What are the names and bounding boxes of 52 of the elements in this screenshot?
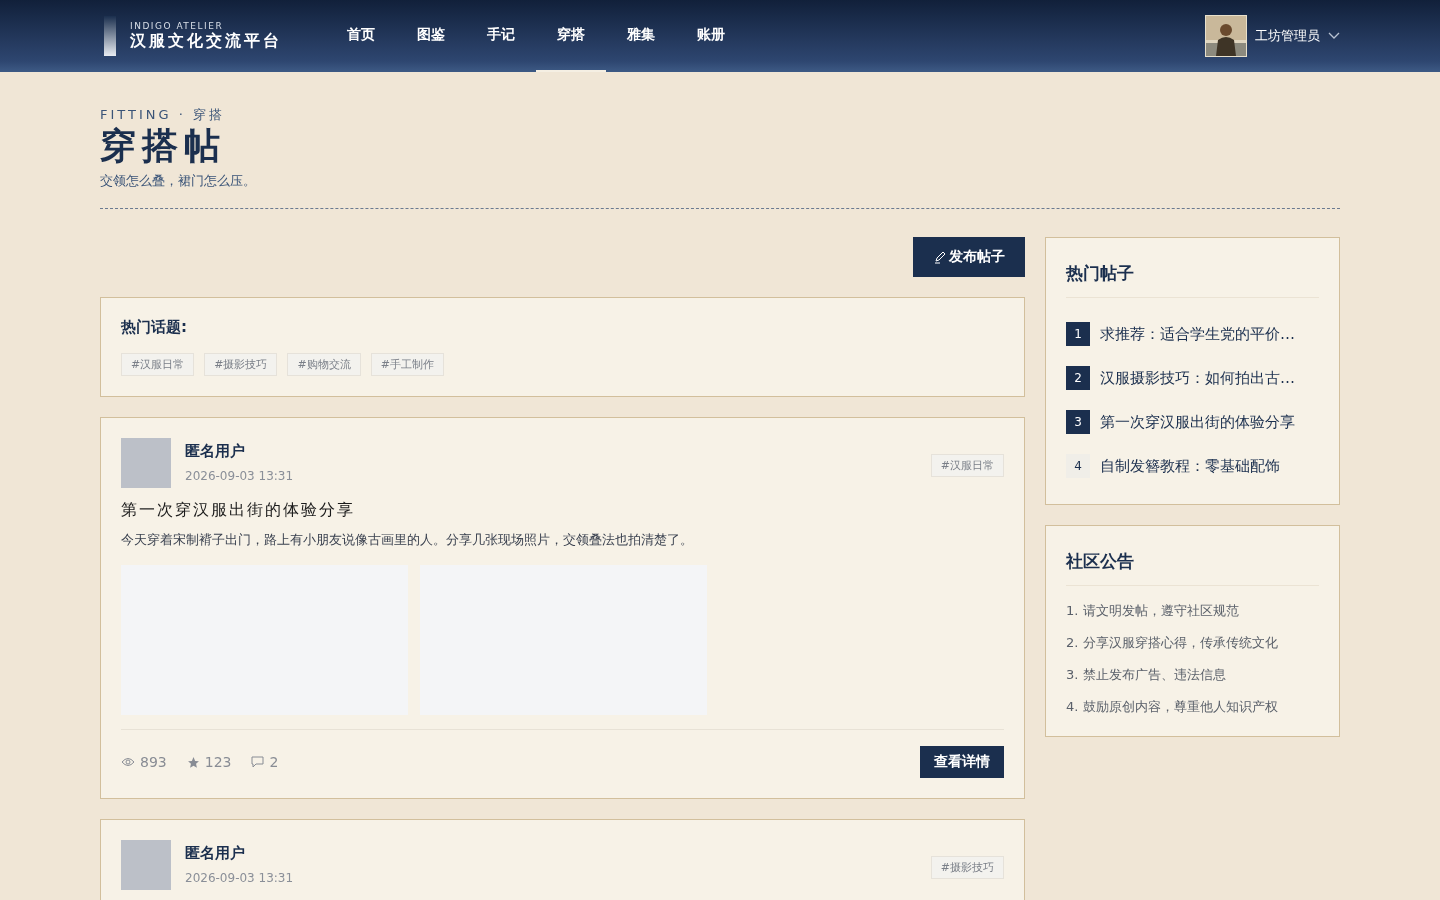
comment-count: 2: [269, 754, 279, 770]
user-name[interactable]: 工坊管理员: [1255, 27, 1320, 45]
notice-item: 4. 鼓励原创内容，尊重他人知识产权: [1066, 698, 1279, 716]
post-body: 今天穿着宋制褙子出门，路上有小朋友说像古画里的人。分享几张现场照片，交领叠法也拍清楚了。: [121, 531, 694, 549]
page-subtitle: 交领怎么叠，裙门怎么压。: [100, 172, 257, 190]
nav-tab[interactable]: 首页: [326, 0, 396, 72]
detail-button[interactable]: 查看详情: [920, 746, 1004, 778]
view-count: 893: [140, 754, 167, 770]
hot-post-link[interactable]: 汉服摄影技巧：如何拍出古…: [1100, 368, 1295, 388]
topic-tag[interactable]: #摄影技巧: [204, 353, 278, 376]
hot-post-link[interactable]: 第一次穿汉服出街的体验分享: [1100, 412, 1295, 432]
hot-post-link[interactable]: 求推荐：适合学生党的平价…: [1100, 324, 1295, 344]
publish-button[interactable]: 发布帖子: [913, 237, 1025, 277]
author-name: 匿名用户: [185, 844, 246, 863]
pencil-icon: [933, 250, 947, 264]
post-tag[interactable]: #汉服日常: [930, 454, 1004, 477]
brand-title: 汉服文化交流平台: [130, 30, 282, 52]
nav-tab[interactable]: 穿搭: [536, 0, 606, 72]
notice-item: 1. 请文明发帖，遵守社区规范: [1066, 602, 1240, 620]
notice-item: 3. 禁止发布广告、违法信息: [1066, 666, 1227, 684]
post-time: 2026-09-03 13:31: [185, 871, 294, 885]
post-time: 2026-09-03 13:31: [185, 469, 294, 483]
star-icon[interactable]: [186, 755, 200, 769]
page-eyebrow: FITTING · 穿搭: [100, 106, 226, 124]
post-title: 第一次穿汉服出街的体验分享: [121, 500, 356, 521]
logo-bar: [104, 16, 116, 56]
nav-tab[interactable]: 账册: [676, 0, 746, 72]
comment-icon[interactable]: [251, 756, 265, 768]
brand-subtitle: INDIGO ATELIER: [130, 20, 225, 31]
nav-tab[interactable]: 雅集: [606, 0, 676, 72]
hot-posts-title: 热门帖子: [1066, 258, 1319, 298]
page-title: 穿搭帖: [100, 124, 227, 168]
author-name: 匿名用户: [185, 442, 246, 461]
chevron-down-icon[interactable]: [1328, 32, 1340, 40]
topic-tag[interactable]: #购物交流: [287, 353, 361, 376]
rank-badge: 3: [1066, 410, 1090, 434]
notice-item: 2. 分享汉服穿搭心得，传承传统文化: [1066, 634, 1279, 652]
nav-tab[interactable]: 手记: [466, 0, 536, 72]
hot-post-link[interactable]: 自制发簪教程：零基础配饰: [1100, 456, 1280, 476]
eye-icon: [121, 757, 135, 767]
topics-title: 热门话题:: [121, 318, 188, 337]
avatar: [121, 840, 171, 890]
avatar: [121, 438, 171, 488]
rank-badge: 1: [1066, 322, 1090, 346]
nav-tab[interactable]: 图鉴: [396, 0, 466, 72]
star-count: 123: [204, 754, 232, 770]
topic-tag[interactable]: #手工制作: [370, 353, 444, 376]
rank-badge: 2: [1066, 366, 1090, 390]
notice-title: 社区公告: [1066, 546, 1319, 586]
rank-badge: 4: [1066, 454, 1090, 478]
topic-tag[interactable]: #汉服日常: [121, 353, 195, 376]
post-tag[interactable]: #摄影技巧: [930, 856, 1004, 879]
